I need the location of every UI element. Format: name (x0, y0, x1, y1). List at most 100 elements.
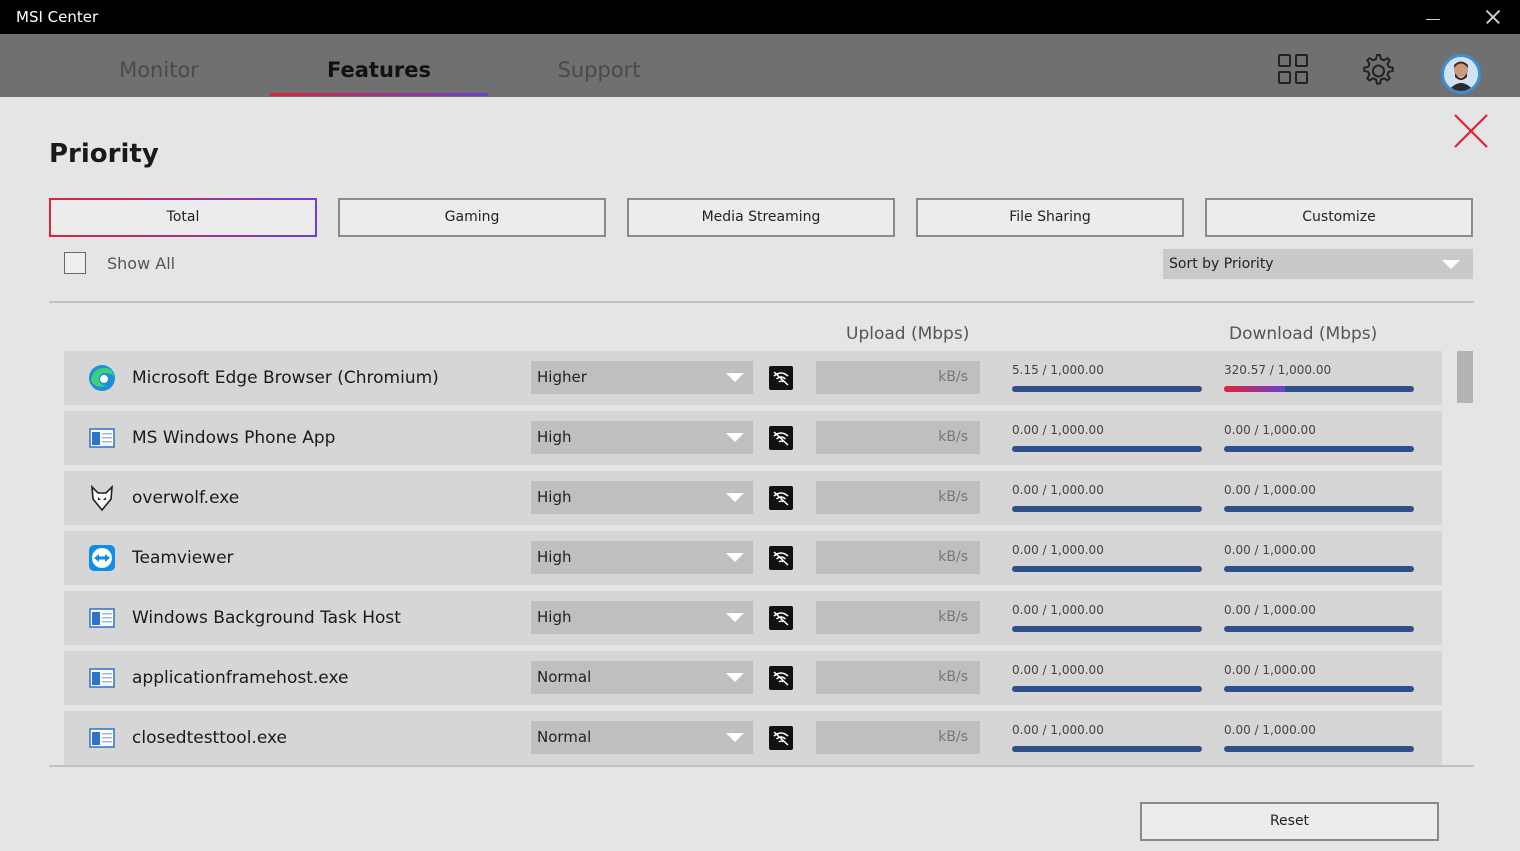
speed-limit-input[interactable]: kB/s (816, 421, 980, 454)
priority-value: High (537, 608, 572, 626)
chevron-down-icon (1442, 260, 1460, 269)
upload-bar (1012, 506, 1202, 512)
tab-monitor[interactable]: Monitor (50, 34, 268, 96)
app-window-icon (88, 724, 116, 752)
download-value: 0.00 / 1,000.00 (1224, 423, 1316, 437)
upload-value: 0.00 / 1,000.00 (1012, 483, 1104, 497)
speed-limit-input[interactable]: kB/s (816, 721, 980, 754)
chevron-down-icon (726, 733, 744, 742)
priority-value: Normal (537, 728, 592, 746)
speed-limit-input[interactable]: kB/s (816, 601, 980, 634)
app-name: Teamviewer (132, 548, 234, 568)
block-network-icon[interactable] (769, 546, 793, 570)
chevron-down-icon (726, 433, 744, 442)
download-value: 0.00 / 1,000.00 (1224, 543, 1316, 557)
show-all-label: Show All (107, 254, 176, 273)
app-row: closedtesttool.exe Normal kB/s 0.00 / 1,… (64, 711, 1442, 765)
priority-dropdown[interactable]: Normal (531, 661, 753, 694)
teamviewer-icon (88, 544, 116, 572)
block-network-icon[interactable] (769, 666, 793, 690)
priority-dropdown[interactable]: Higher (531, 361, 753, 394)
download-value: 0.00 / 1,000.00 (1224, 723, 1316, 737)
download-bar (1224, 686, 1414, 692)
title-bar: MSI Center (0, 0, 1520, 34)
reset-button[interactable]: Reset (1140, 802, 1439, 841)
priority-dropdown[interactable]: High (531, 421, 753, 454)
app-name: Microsoft Edge Browser (Chromium) (132, 368, 439, 388)
apps-grid-icon[interactable] (1276, 52, 1312, 88)
chevron-down-icon (726, 493, 744, 502)
upload-bar (1012, 686, 1202, 692)
user-avatar[interactable] (1441, 54, 1481, 94)
upload-value: 0.00 / 1,000.00 (1012, 423, 1104, 437)
download-value: 0.00 / 1,000.00 (1224, 663, 1316, 677)
download-bar (1224, 446, 1414, 452)
app-name: MS Windows Phone App (132, 428, 336, 448)
minimize-button[interactable] (1418, 4, 1448, 30)
app-name: applicationframehost.exe (132, 668, 349, 688)
block-network-icon[interactable] (769, 606, 793, 630)
upload-bar (1012, 446, 1202, 452)
speed-limit-input[interactable]: kB/s (816, 481, 980, 514)
divider (49, 765, 1474, 767)
divider (49, 301, 1474, 303)
app-window-icon (88, 664, 116, 692)
download-bar (1224, 566, 1414, 572)
app-window-icon (88, 604, 116, 632)
settings-gear-icon[interactable] (1358, 52, 1394, 88)
window-title: MSI Center (16, 8, 99, 26)
features-content: Priority Total Gaming Media Streaming Fi… (0, 97, 1520, 851)
sort-dropdown[interactable]: Sort by Priority (1163, 249, 1473, 279)
upload-bar (1012, 386, 1202, 392)
app-name: closedtesttool.exe (132, 728, 287, 748)
chevron-down-icon (726, 613, 744, 622)
download-value: 0.00 / 1,000.00 (1224, 483, 1316, 497)
download-bar (1224, 626, 1414, 632)
app-row: overwolf.exe High kB/s 0.00 / 1,000.00 0… (64, 471, 1442, 525)
block-network-icon[interactable] (769, 486, 793, 510)
speed-limit-input[interactable]: kB/s (816, 541, 980, 574)
priority-dropdown[interactable]: Normal (531, 721, 753, 754)
active-tab-indicator (270, 93, 488, 96)
priority-value: High (537, 548, 572, 566)
priority-value: High (537, 488, 572, 506)
chevron-down-icon (726, 553, 744, 562)
speed-limit-input[interactable]: kB/s (816, 361, 980, 394)
priority-dropdown[interactable]: High (531, 601, 753, 634)
media-streaming-button[interactable]: Media Streaming (627, 198, 895, 237)
chevron-down-icon (726, 673, 744, 682)
top-nav: Monitor Features Support (0, 34, 1520, 97)
close-panel-icon[interactable] (1452, 112, 1490, 150)
app-row: Microsoft Edge Browser (Chromium) Higher… (64, 351, 1442, 405)
tab-features[interactable]: Features (270, 34, 488, 96)
upload-bar (1012, 626, 1202, 632)
window-close-button[interactable] (1478, 4, 1508, 30)
edge-icon (88, 364, 116, 392)
priority-value: High (537, 428, 572, 446)
show-all-checkbox[interactable] (64, 252, 86, 274)
priority-value: Normal (537, 668, 592, 686)
download-value: 320.57 / 1,000.00 (1224, 363, 1332, 377)
page-title: Priority (49, 139, 159, 169)
upload-value: 0.00 / 1,000.00 (1012, 723, 1104, 737)
block-network-icon[interactable] (769, 426, 793, 450)
priority-dropdown[interactable]: High (531, 481, 753, 514)
app-row: Windows Background Task Host High kB/s 0… (64, 591, 1442, 645)
upload-value: 5.15 / 1,000.00 (1012, 363, 1104, 377)
file-sharing-button[interactable]: File Sharing (916, 198, 1184, 237)
app-name: Windows Background Task Host (132, 608, 401, 628)
total-button[interactable]: Total (49, 198, 317, 237)
download-column-header: Download (Mbps) (1229, 324, 1378, 344)
tab-features-label: Features (327, 58, 431, 82)
list-scrollbar[interactable] (1457, 351, 1473, 403)
priority-dropdown[interactable]: High (531, 541, 753, 574)
speed-limit-input[interactable]: kB/s (816, 661, 980, 694)
gaming-button[interactable]: Gaming (338, 198, 606, 237)
tab-support[interactable]: Support (490, 34, 708, 96)
upload-value: 0.00 / 1,000.00 (1012, 603, 1104, 617)
sort-dropdown-value: Sort by Priority (1169, 256, 1274, 272)
upload-value: 0.00 / 1,000.00 (1012, 543, 1104, 557)
block-network-icon[interactable] (769, 726, 793, 750)
block-network-icon[interactable] (769, 366, 793, 390)
customize-button[interactable]: Customize (1205, 198, 1473, 237)
